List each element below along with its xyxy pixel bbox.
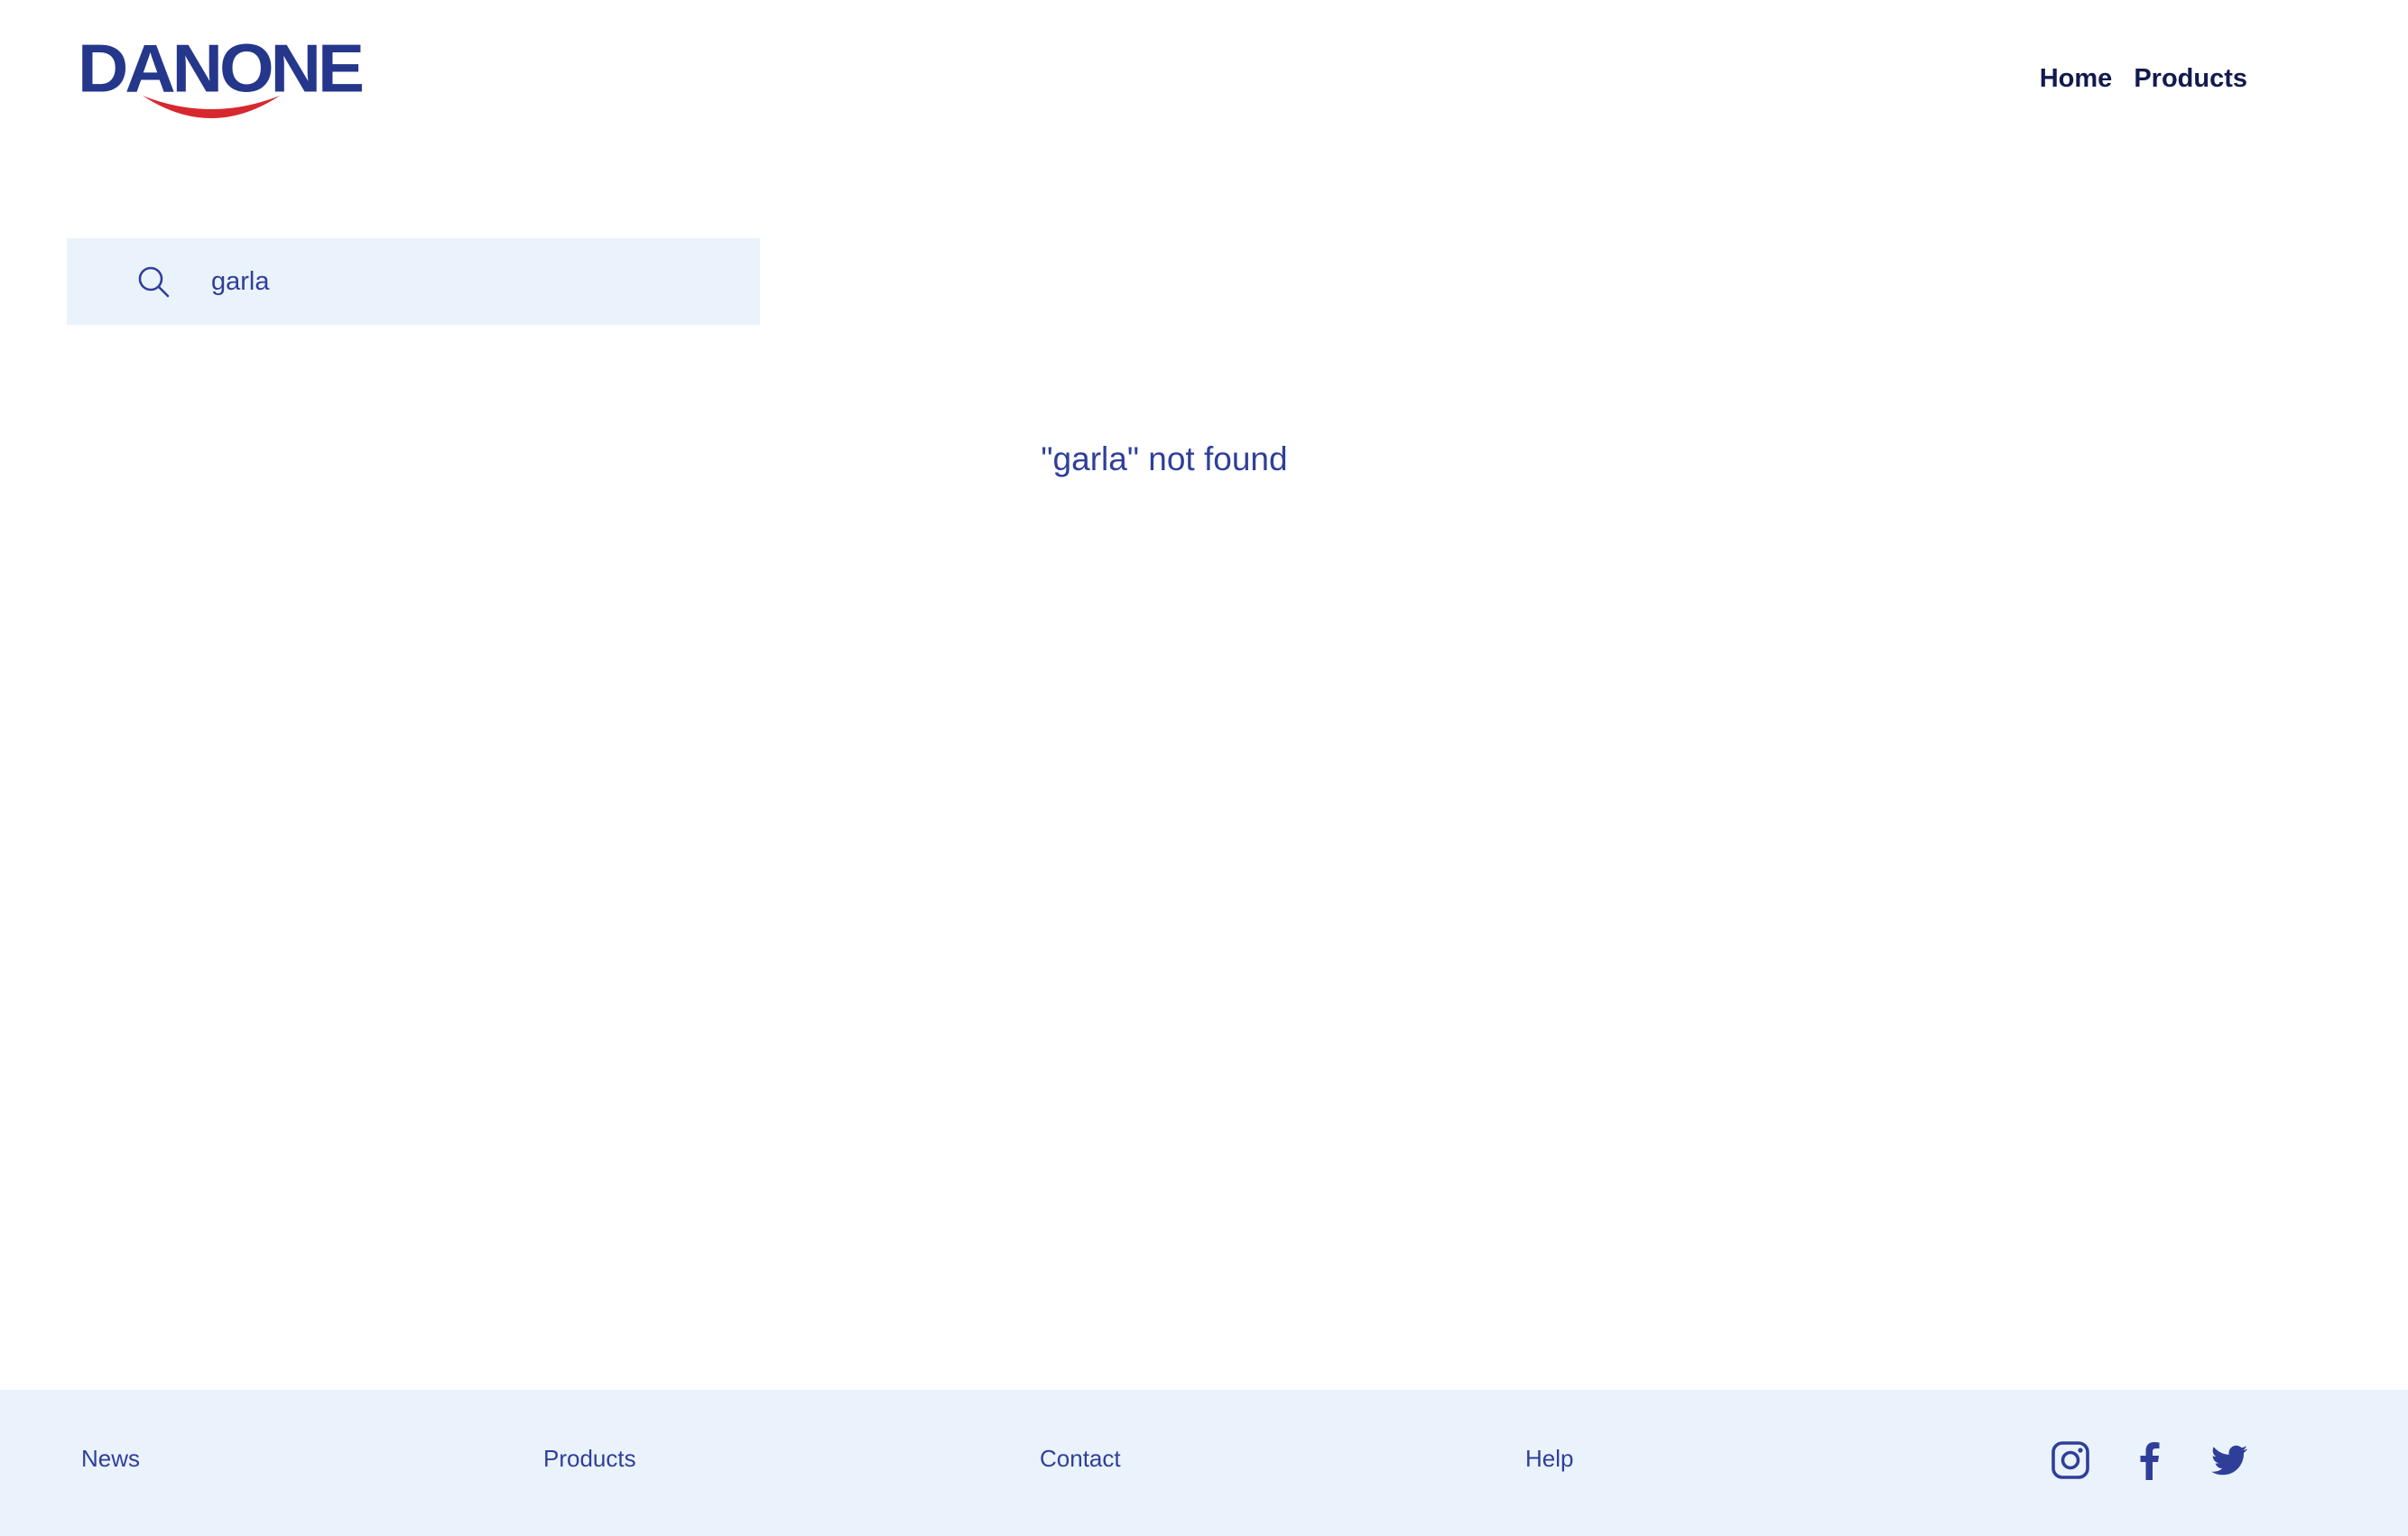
main-nav: Home Products: [2040, 63, 2247, 95]
footer-news-link[interactable]: News: [81, 1444, 140, 1475]
footer-help-link[interactable]: Help: [1525, 1444, 1573, 1475]
logo-smile: [143, 96, 280, 118]
footer-contact-link[interactable]: Contact: [1040, 1444, 1121, 1475]
footer: News Products Contact Help: [0, 1390, 2408, 1536]
instagram-icon[interactable]: [2051, 1440, 2090, 1480]
search-input[interactable]: [211, 238, 735, 325]
search-bar: [67, 238, 760, 325]
danone-logo[interactable]: DANONE: [78, 34, 365, 128]
not-found-message: "garla" not found: [1041, 440, 1288, 477]
footer-products-link[interactable]: Products: [543, 1444, 636, 1475]
twitter-icon[interactable]: [2209, 1440, 2249, 1480]
facebook-icon[interactable]: [2130, 1440, 2170, 1480]
nav-products-link[interactable]: Products: [2134, 63, 2247, 95]
search-icon[interactable]: [135, 264, 171, 300]
nav-home-link[interactable]: Home: [2040, 63, 2113, 95]
